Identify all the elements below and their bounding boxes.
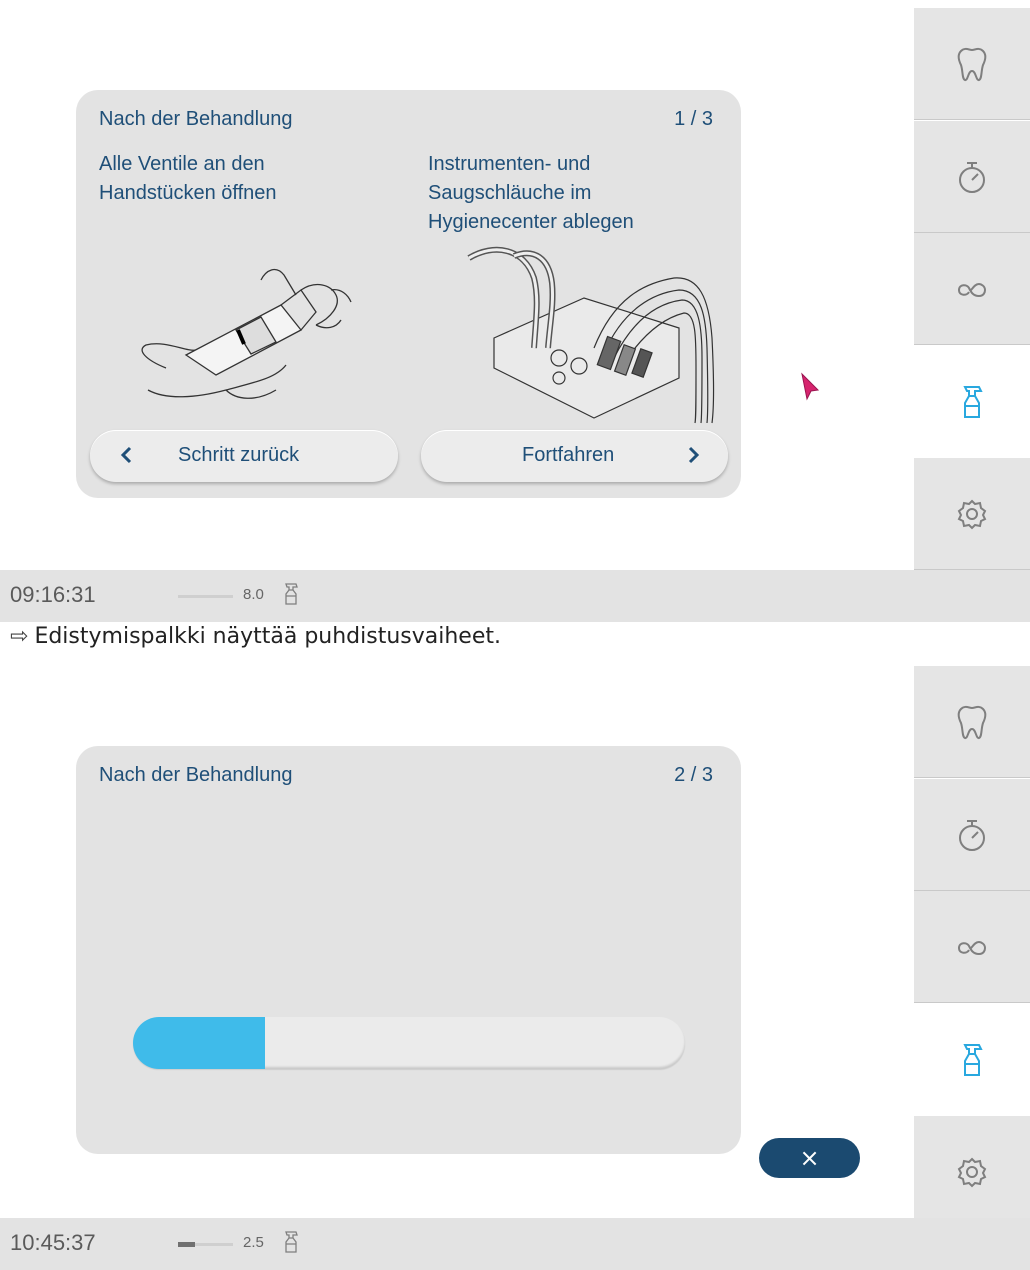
mini-progress-bar (178, 1242, 233, 1247)
close-icon: × (799, 1144, 820, 1172)
clock: 09:16:31 (10, 582, 96, 607)
stopwatch-icon (959, 161, 985, 193)
stopwatch-icon (959, 819, 985, 851)
continue-label: Fortfahren (522, 444, 615, 466)
caption: ⇨ Edistymispalkki näyttää puhdistusvaihee… (10, 624, 501, 649)
chevron-right-icon (688, 446, 700, 464)
gear-icon (957, 499, 987, 529)
step-counter: 1 / 3 (674, 108, 713, 130)
step-counter: 2 / 3 (674, 764, 713, 786)
loop-icon (957, 940, 987, 955)
status-bar: 10:45:37 2.5 (0, 1218, 1030, 1270)
mini-progress-bar (178, 595, 233, 598)
spray-bottle-small-icon (285, 583, 298, 605)
clock: 10:45:37 (10, 1230, 96, 1255)
loop-icon (957, 282, 987, 297)
screen-step-1: Nach der Behandlung 1 / 3 Alle Ventile a… (0, 0, 1030, 622)
dialog-title: Nach der Behandlung (99, 108, 293, 130)
sidebar-item-treatment[interactable] (914, 8, 1030, 120)
sidebar-item-settings[interactable] (914, 1116, 1030, 1228)
step-back-label: Schritt zurück (178, 444, 300, 466)
spray-bottle-small-icon (285, 1231, 298, 1253)
sidebar-item-loop[interactable] (914, 891, 1030, 1003)
screen-step-2: Nach der Behandlung 2 / 3 × 10:45:37 2.5 (0, 658, 1030, 1270)
cleaning-progress-bar (133, 1017, 685, 1069)
sidebar-item-loop[interactable] (914, 233, 1030, 345)
hygiene-progress-dialog: Nach der Behandlung 2 / 3 (76, 746, 741, 1154)
hoses-illustration (467, 246, 715, 424)
tooth-icon (957, 47, 987, 81)
chevron-left-icon (120, 446, 132, 464)
instruction-open-valves: Alle Ventile an den Handstücken öffnen (99, 153, 277, 204)
sidebar-item-treatment[interactable] (914, 666, 1030, 778)
sidebar-item-timer[interactable] (914, 779, 1030, 891)
arrow-icon: ⇨ (10, 624, 29, 649)
mini-progress-fill (178, 1242, 195, 1247)
status-value: 8.0 (243, 586, 264, 603)
step-back-button[interactable]: Schritt zurück (90, 430, 398, 482)
gear-icon (957, 1157, 987, 1187)
mouse-cursor-icon (801, 372, 820, 401)
status-bar: 09:16:31 8.0 (0, 570, 1030, 622)
spray-bottle-icon (963, 1044, 983, 1076)
sidebar-item-hygiene[interactable] (914, 1004, 1030, 1116)
sidebar-item-timer[interactable] (914, 121, 1030, 233)
spray-bottle-icon (963, 386, 983, 418)
sidebar-item-settings[interactable] (914, 458, 1030, 570)
continue-button[interactable]: Fortfahren (421, 430, 728, 482)
handpiece-illustration (141, 268, 352, 399)
status-value: 2.5 (243, 1234, 264, 1251)
caption-text: Edistymispalkki näyttää puhdistusvaiheet… (34, 624, 501, 649)
dialog-title: Nach der Behandlung (99, 764, 293, 786)
tooth-icon (957, 705, 987, 739)
cleaning-progress-fill (133, 1017, 266, 1069)
sidebar-item-hygiene[interactable] (914, 346, 1030, 458)
instruction-place-hoses: Instrumenten- und Saugschläuche im Hygie… (428, 153, 634, 233)
close-button[interactable]: × (759, 1138, 860, 1178)
hygiene-dialog: Nach der Behandlung 1 / 3 Alle Ventile a… (76, 90, 741, 498)
